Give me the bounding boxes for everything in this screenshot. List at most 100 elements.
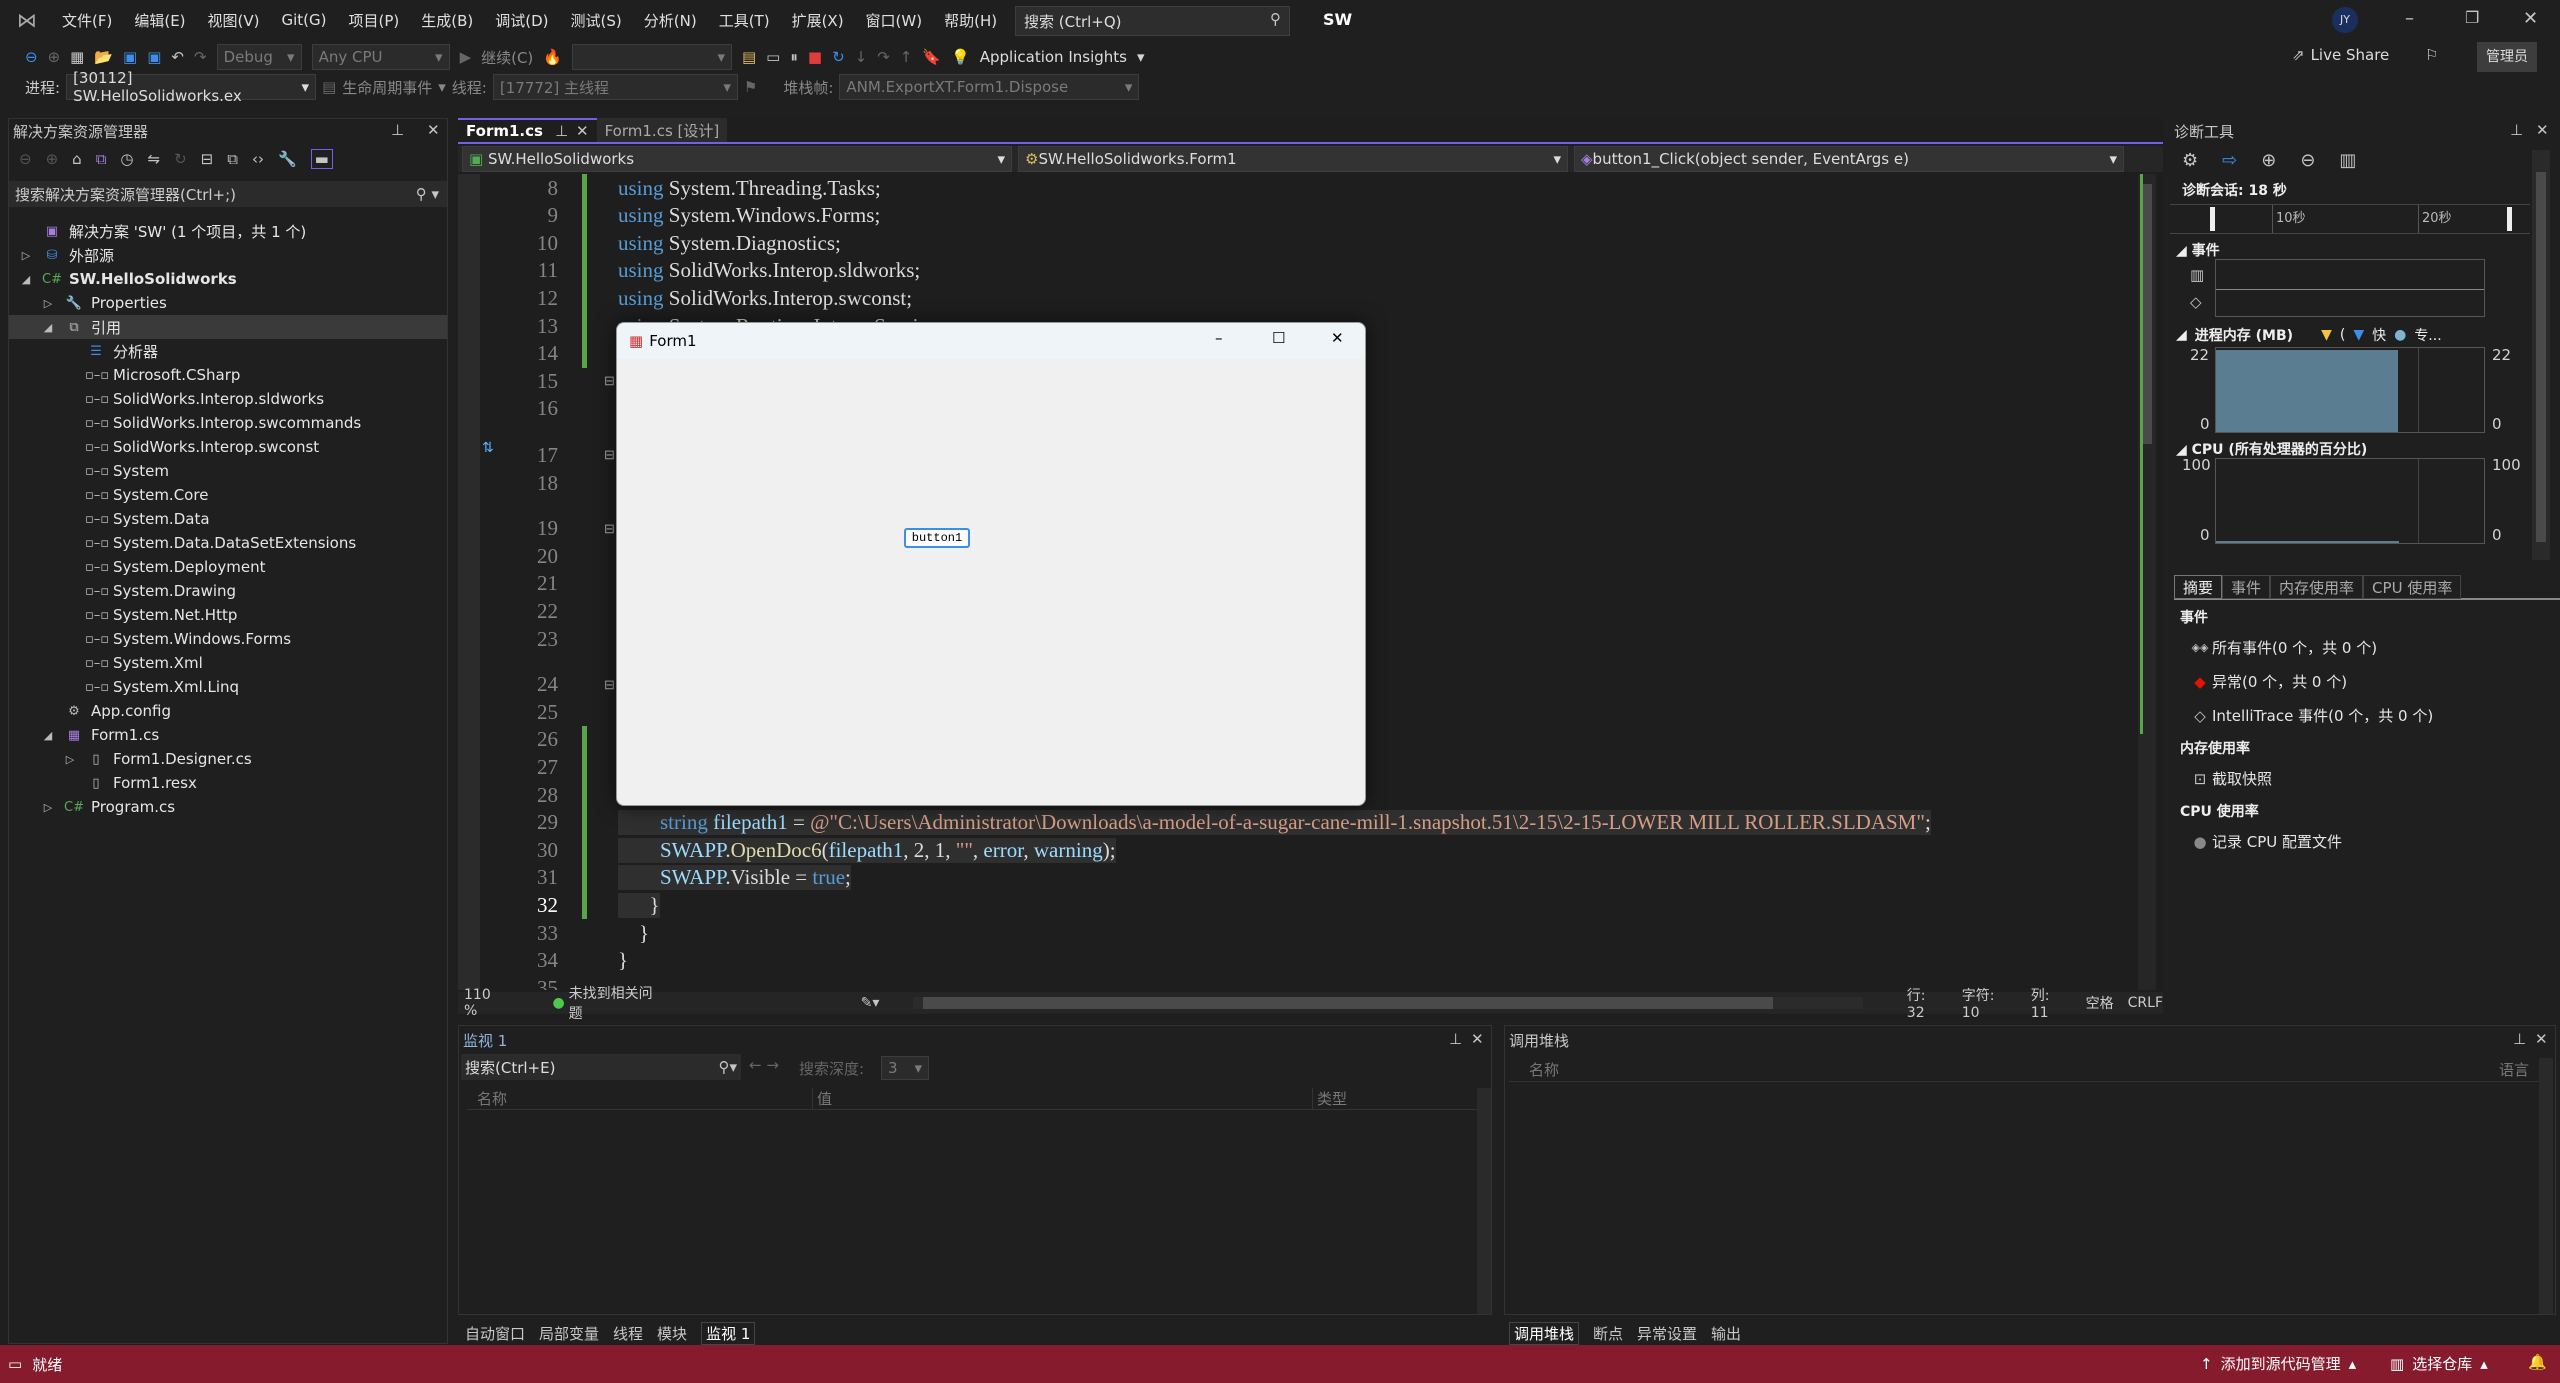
menu-item[interactable]: 生成(B) [421, 10, 473, 31]
code-line[interactable]: 30 SWAPP.OpenDoc6(filepath1, 2, 1, "", e… [458, 836, 2138, 865]
pin-icon[interactable]: ⊥ [2513, 1030, 2526, 1048]
tab-cpu-usage[interactable]: CPU 使用率 [2363, 575, 2462, 599]
code-line[interactable]: 31 SWAPP.Visible = true; [458, 863, 2138, 892]
code-line[interactable]: 34} [458, 947, 2138, 975]
tree-item[interactable]: ⚙ App.config [9, 699, 447, 723]
export-icon[interactable]: ⇨ [2222, 150, 2237, 171]
tab-watch1[interactable]: 监视 1 [701, 1322, 756, 1345]
tree-item[interactable]: ☰ 分析器 [9, 339, 447, 363]
code-line[interactable]: 33 } [458, 919, 2138, 947]
tab-modules[interactable]: 模块 [657, 1323, 687, 1344]
cleanup-icon[interactable]: ✎▾ [861, 995, 880, 1011]
show-all-files-icon[interactable]: ⧉ [227, 150, 238, 168]
tree-item[interactable]: ◢ ▦ Form1.cs [9, 723, 447, 747]
code-line[interactable]: 10 using System.Diagnostics; [458, 229, 2138, 258]
menu-item[interactable]: 扩展(X) [792, 10, 844, 31]
zoom-in-icon[interactable]: ⊕ [2261, 150, 2276, 171]
tree-item[interactable]: ▫–▫ System [9, 459, 447, 483]
expander-icon[interactable]: ◢ [19, 273, 33, 286]
menu-item[interactable]: 项目(P) [349, 10, 400, 31]
configuration-select[interactable]: Debug ▾ [216, 44, 302, 70]
code-line[interactable]: 12 using SolidWorks.Interop.swconst; [458, 284, 2138, 313]
live-share-button[interactable]: ⇗ Live Share [2292, 46, 2389, 64]
tab-call-stack[interactable]: 调用堆栈 [1509, 1322, 1580, 1345]
diagnostics-scrollbar[interactable] [2532, 150, 2550, 560]
record-cpu-profile-button[interactable]: ● 记录 CPU 配置文件 [2188, 831, 2342, 852]
folder-icon[interactable]: ▤ [742, 48, 756, 66]
code-line[interactable]: 29 string filepath1 = @"C:\Users\Adminis… [458, 808, 2138, 837]
member-dropdown[interactable]: ◈button1_Click(object sender, EventArgs … [1574, 146, 2124, 172]
line-ending-indicator[interactable]: CRLF [2128, 995, 2163, 1011]
menu-item[interactable]: 分析(N) [644, 10, 697, 31]
close-panel-icon[interactable]: ✕ [427, 121, 440, 139]
search-input[interactable]: 搜索 (Ctrl+Q) ⚲ [1015, 6, 1290, 36]
expander-icon[interactable]: ▷ [41, 801, 55, 814]
back-icon[interactable]: ⊖ [25, 48, 38, 66]
forward-icon[interactable]: ⊕ [46, 150, 59, 168]
settings-icon[interactable]: ⚙ [2182, 150, 2198, 171]
tree-item[interactable]: ▫–▫ SolidWorks.Interop.swcommands [9, 411, 447, 435]
continue-icon[interactable]: ▶ [460, 48, 472, 66]
zoom-level[interactable]: 110 % [464, 987, 508, 1019]
timeline-ruler[interactable]: 10秒 20秒 [2170, 204, 2530, 234]
tree-item[interactable]: ▷ C# Program.cs [9, 795, 447, 819]
code-line[interactable]: 32 } [458, 891, 2138, 920]
save-all-icon[interactable]: ▣ [147, 48, 161, 66]
tree-item[interactable]: ▫–▫ SolidWorks.Interop.swconst [9, 435, 447, 459]
fold-toggle-icon[interactable]: ⊟ [604, 521, 615, 537]
collapse-all-icon[interactable]: ⊟ [201, 150, 214, 168]
redo-icon[interactable]: ↷ [194, 48, 207, 66]
hot-reload-icon[interactable]: 🔥 [543, 48, 562, 66]
tree-item[interactable]: ▫–▫ System.Xml [9, 651, 447, 675]
watch-scrollbar[interactable] [1477, 1088, 1491, 1314]
restore-icon[interactable]: ❐ [2465, 8, 2479, 27]
step-over-icon[interactable]: ↷ [877, 48, 890, 66]
pin-icon[interactable]: ⊥ [2510, 121, 2523, 139]
tree-item[interactable]: ▫–▫ System.Data [9, 507, 447, 531]
tree-item[interactable]: ▫–▫ Microsoft.CSharp [9, 363, 447, 387]
menu-item[interactable]: 帮助(H) [944, 10, 997, 31]
tab-threads[interactable]: 线程 [613, 1323, 643, 1344]
sync-icon[interactable]: ⇋ [148, 150, 161, 168]
tab-form1-cs[interactable]: Form1.cs ⊥ ✕ [458, 118, 597, 142]
issues-status[interactable]: 未找到相关问题 [569, 983, 667, 1023]
tree-item[interactable]: ▫–▫ System.Windows.Forms [9, 627, 447, 651]
close-icon[interactable]: ✕ [2523, 8, 2538, 29]
restart-icon[interactable]: ↻ [832, 48, 845, 66]
feedback-icon[interactable]: ⚐ [2425, 46, 2438, 64]
pause-icon[interactable]: ⏸ [790, 48, 798, 66]
call-stack-scrollbar[interactable] [2539, 1058, 2553, 1314]
menu-item[interactable]: 工具(T) [719, 10, 770, 31]
menu-item[interactable]: 文件(F) [62, 10, 112, 31]
form-minimize-icon[interactable]: – [1215, 329, 1223, 347]
step-into-icon[interactable]: ↓ [855, 48, 868, 66]
vertical-scrollbar[interactable] [2138, 174, 2156, 990]
horizontal-scrollbar[interactable] [913, 997, 1863, 1009]
properties-icon[interactable]: 🔧 [278, 150, 297, 168]
chart-help-icon[interactable]: ▥ [2339, 150, 2356, 171]
notifications-icon[interactable]: 🔔 [2528, 1353, 2547, 1371]
close-panel-icon[interactable]: ✕ [2536, 121, 2549, 139]
lifecycle-events-button[interactable]: 生命周期事件 [342, 77, 432, 98]
search-depth-select[interactable]: 3 ▾ [881, 1056, 929, 1080]
view-code-icon[interactable]: ‹› [252, 150, 264, 168]
code-line[interactable]: 35 [458, 974, 2138, 990]
tree-item[interactable]: ▫–▫ System.Net.Http [9, 603, 447, 627]
column-name[interactable]: 名称 [477, 1088, 507, 1109]
fold-toggle-icon[interactable]: ⊟ [604, 373, 615, 389]
expander-icon[interactable]: ◢ [41, 321, 55, 334]
select-repository-button[interactable]: ▥ 选择仓库 ▴ [2390, 1353, 2488, 1374]
pending-changes-icon[interactable]: ◷ [120, 150, 133, 168]
column-name[interactable]: 名称 [1529, 1059, 1559, 1080]
close-panel-icon[interactable]: ✕ [2535, 1030, 2548, 1048]
all-events-link[interactable]: ◈◈ 所有事件(0 个，共 0 个) [2188, 637, 2378, 658]
menu-item[interactable]: Git(G) [282, 11, 327, 29]
tab-exception-settings[interactable]: 异常设置 [1637, 1323, 1697, 1344]
minimize-icon[interactable]: – [2405, 8, 2414, 29]
window-icon[interactable]: ▭ [766, 48, 780, 66]
thread-select[interactable]: [17772] 主线程 ▾ [492, 74, 738, 100]
tab-output[interactable]: 输出 [1711, 1323, 1741, 1344]
tree-item[interactable]: ▫–▫ SolidWorks.Interop.sldworks [9, 387, 447, 411]
close-tab-icon[interactable]: ✕ [576, 122, 589, 140]
continue-button[interactable]: 继续(C) [481, 47, 533, 68]
